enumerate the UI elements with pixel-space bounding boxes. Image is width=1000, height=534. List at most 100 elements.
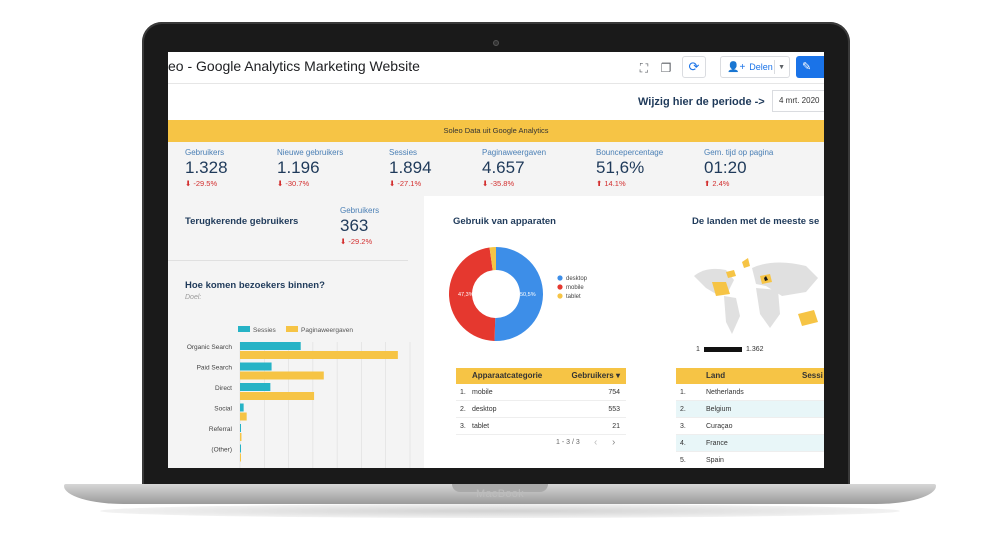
kpi-label: Gebruikers (185, 148, 225, 157)
share-divider (774, 60, 775, 74)
period-label: Wijzig hier de periode -> (638, 96, 765, 108)
category-label: (Other) (211, 447, 232, 454)
col-header[interactable]: Sessi (802, 368, 823, 384)
kpi-label: Gebruikers (340, 206, 380, 215)
table-row: 2. desktop 553 (456, 401, 626, 418)
legend-swatch (238, 326, 250, 332)
kpi-value: 4.657 (482, 158, 525, 177)
kpi-sessions: Sessies 1.894 ⬇ -27.1% (389, 148, 432, 188)
kpi-time-on-page: Gem. tijd op pagina 01:20 ⬆ 2.4% (704, 148, 773, 188)
kpi-label: Sessies (389, 148, 418, 157)
map-scale-bar (704, 347, 742, 352)
chevron-left-icon[interactable]: ‹ (594, 437, 597, 448)
kpi-change: ⬇ -29.2% (340, 237, 373, 246)
legend-dot (557, 275, 563, 281)
bar (240, 371, 324, 380)
table-row: 3. tablet 21 (456, 418, 626, 435)
devices-donut-chart: 47,3% 50,5% desktop mobile tablet (449, 247, 588, 341)
acquisition-title: Hoe komen bezoekers binnen? (185, 280, 325, 291)
legend-label: desktop (566, 276, 588, 282)
kpi-new-users: Nieuwe gebruikers 1.196 ⬇ -30.7% (277, 148, 343, 188)
copy-icon[interactable]: ❐ (658, 60, 674, 76)
legend-label: Sessies (253, 327, 277, 334)
kpi-label: Paginaweergaven (482, 148, 547, 157)
camera (493, 40, 499, 46)
bar (240, 403, 244, 412)
kpi-label: Nieuwe gebruikers (277, 148, 344, 157)
country-table-header: Land Sessi (676, 368, 824, 384)
add-person-icon: 👤+ (727, 61, 746, 73)
legend-dot (557, 284, 563, 290)
kpi-change: ⬇ -30.7% (277, 179, 310, 188)
bar (240, 424, 241, 432)
kpi-value: 51,6% (596, 158, 645, 177)
kpi-change: ⬆ 2.4% (704, 179, 730, 188)
kpi-change: ⬇ -35.8% (482, 179, 515, 188)
bar (240, 351, 398, 359)
bar (240, 453, 241, 462)
refresh-icon: ⟳ (688, 59, 700, 74)
right-panel: Gebruik van apparaten 47,3% 50,5% desktop m… (424, 196, 824, 468)
returning-title: Terugkerende gebruikers (185, 216, 299, 227)
kpi-change: ⬇ -27.1% (389, 179, 422, 188)
edit-button[interactable]: ✎ (796, 56, 824, 78)
kpi-users: Gebruikers 1.328 ⬇ -29.5% (185, 148, 228, 188)
chevron-right-icon[interactable]: › (612, 437, 615, 448)
countries-title: De landen met de meeste se (692, 216, 820, 227)
legend-dot (557, 293, 563, 299)
refresh-button[interactable]: ⟳ (682, 56, 706, 78)
bar (240, 412, 247, 421)
bar (240, 433, 242, 441)
table-row: 1. Netherlands (676, 384, 824, 401)
legend-label: mobile (566, 285, 584, 291)
map-scale-min: 1 (696, 346, 700, 353)
table-row: 2. Belgium (676, 401, 824, 418)
bar (240, 342, 301, 350)
category-label: Social (214, 406, 232, 413)
col-header[interactable]: Land (706, 368, 725, 384)
kpi-value: 363 (340, 216, 369, 235)
bar (240, 392, 315, 400)
pencil-icon: ✎ (802, 61, 812, 73)
table-row: 5. Spain (676, 452, 824, 468)
map-scale-max: 1.362 (746, 346, 764, 353)
top-bar: eo - Google Analytics Marketing Website … (168, 52, 824, 84)
table-row: 4. France (676, 435, 824, 452)
kpi-value: 1.196 (277, 158, 320, 177)
col-header[interactable]: Apparaatcategorie (472, 368, 542, 384)
report-title: eo - Google Analytics Marketing Website (168, 58, 420, 74)
device-table-header: Apparaatcategorie Gebruikers ▾ (456, 368, 626, 384)
kpi-value: 01:20 (704, 158, 747, 177)
kpi-label: Gem. tijd op pagina (704, 148, 774, 157)
laptop-frame: MacBook eo - Google Analytics Marketing … (0, 0, 1000, 534)
bar (240, 444, 241, 453)
banner: Soleo Data uit Google Analytics (168, 120, 824, 142)
kpi-value: 1.328 (185, 158, 228, 177)
share-label: Delen (749, 62, 773, 72)
acquisition-bar-chart: Sessies Paginaweergaven Organic Search Paid… (187, 326, 411, 468)
left-panel: Terugkerende gebruikers Gebruikers 363 ⬇… (168, 196, 424, 468)
category-label: Referral (209, 426, 233, 433)
chevron-down-icon[interactable]: ▼ (778, 57, 785, 79)
fullscreen-icon[interactable]: ⛶ (636, 60, 652, 76)
slice-label: 47,3% (458, 292, 474, 298)
category-label: Direct (215, 385, 232, 392)
kpi-value: 1.894 (389, 158, 432, 177)
table-row: 1. mobile 754 (456, 384, 626, 401)
kpi-pageviews: Paginaweergaven 4.657 ⬇ -35.8% (482, 148, 546, 188)
devices-title: Gebruik van apparaten (453, 216, 556, 227)
laptop-shadow (100, 504, 900, 518)
col-header-sort[interactable]: Gebruikers ▾ (572, 368, 620, 384)
legend-label: tablet (566, 294, 581, 300)
slice-label: 50,5% (520, 292, 536, 298)
returning-kpi: Gebruikers 363 ⬇ -29.2% (340, 206, 379, 246)
bar (240, 362, 272, 371)
date-range-picker[interactable]: 4 mrt. 2020 (772, 90, 824, 112)
kpi-bounce: Bouncepercentage 51,6% ⬆ 14.1% (596, 148, 663, 188)
category-label: Paid Search (197, 365, 233, 372)
category-label: Organic Search (187, 344, 233, 351)
kpi-row: Gebruikers 1.328 ⬇ -29.5% Nieuwe gebruik… (168, 142, 824, 196)
laptop-brand: MacBook (476, 488, 524, 500)
bar (240, 383, 271, 391)
share-button[interactable]: 👤+ Delen ▼ (720, 56, 790, 78)
